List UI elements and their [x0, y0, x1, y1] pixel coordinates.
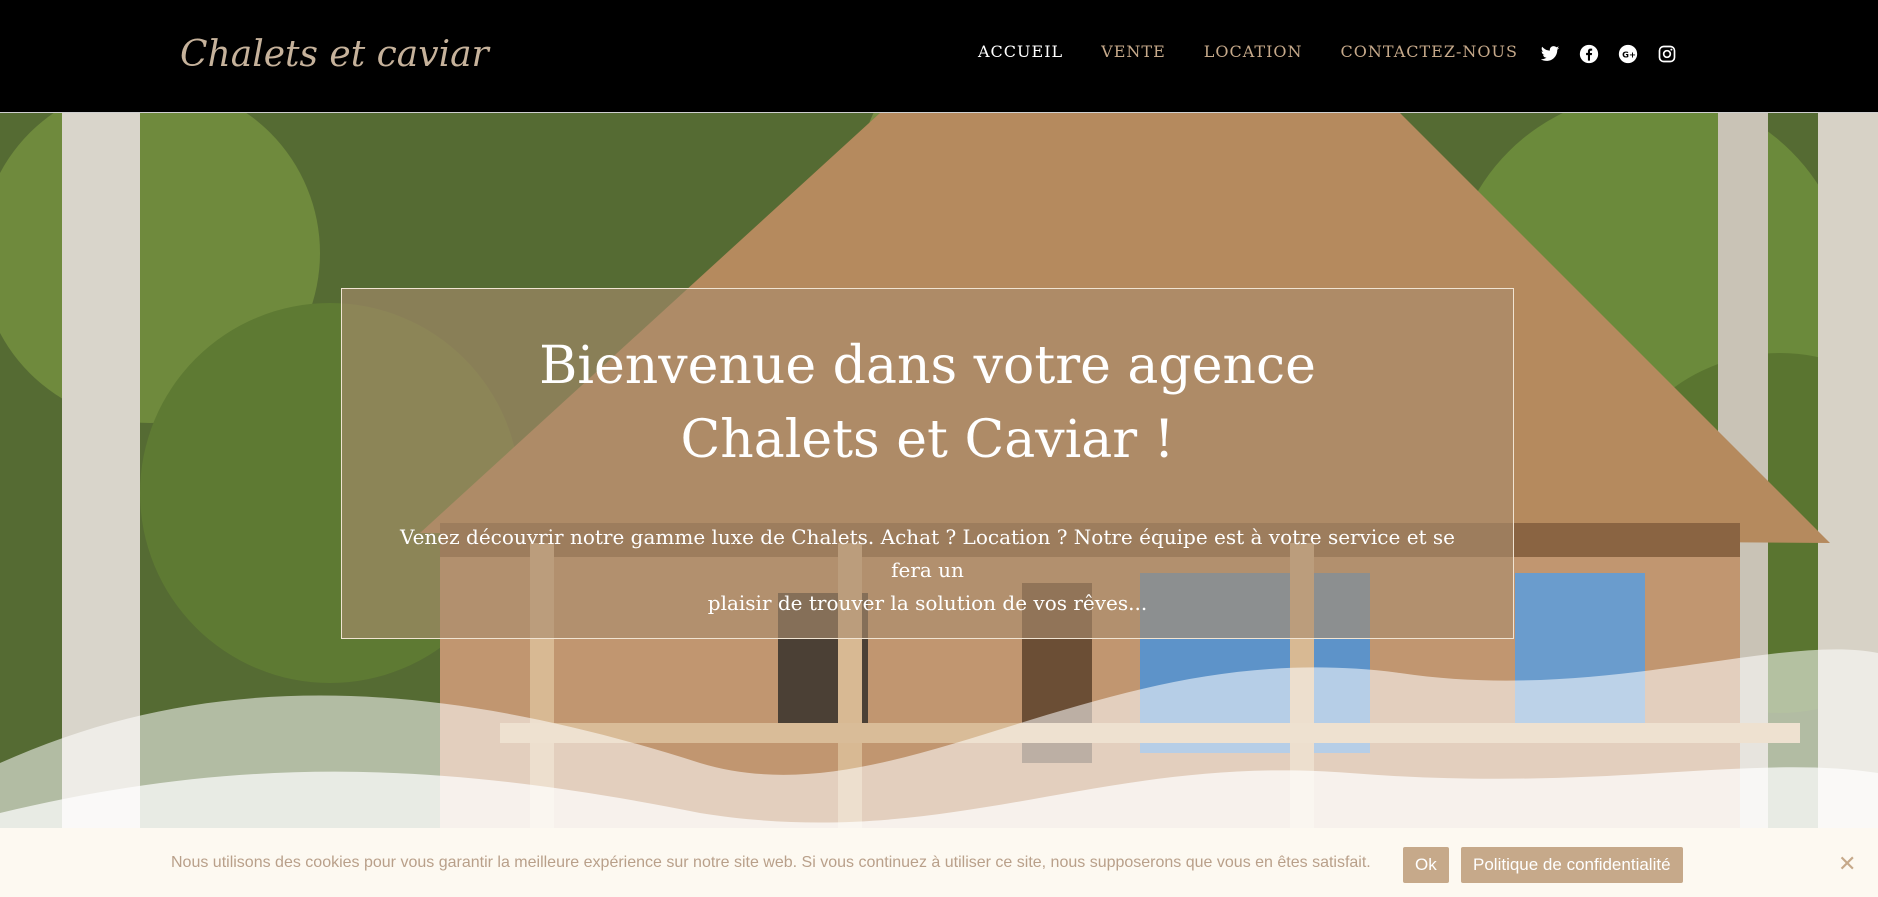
close-icon[interactable]: ✕ [1838, 852, 1856, 877]
cookie-banner: Nous utilisons des cookies pour vous gar… [0, 828, 1878, 897]
site-header: Chalets et caviar ACCUEIL VENTE LOCATION… [0, 0, 1878, 113]
nav-accueil[interactable]: ACCUEIL [978, 42, 1063, 61]
cookie-ok-button[interactable]: Ok [1403, 847, 1449, 883]
welcome-box: Bienvenue dans votre agence Chalets et C… [341, 288, 1514, 639]
hero-description-line2: plaisir de trouver la solution de vos rê… [707, 591, 1148, 615]
nav-vente[interactable]: VENTE [1101, 42, 1166, 61]
nav-location[interactable]: LOCATION [1204, 42, 1303, 61]
hero-title: Bienvenue dans votre agence Chalets et C… [342, 329, 1513, 477]
hero-description-line1: Venez découvrir notre gamme luxe de Chal… [399, 525, 1456, 582]
svg-text:G+: G+ [1622, 49, 1636, 59]
privacy-policy-button[interactable]: Politique de confidentialité [1461, 847, 1683, 883]
hero-title-line1: Bienvenue dans votre agence [539, 336, 1316, 396]
nav-contactez-nous[interactable]: CONTACTEZ-NOUS [1341, 42, 1518, 61]
cookie-message: Nous utilisons des cookies pour vous gar… [171, 854, 1371, 871]
main-nav: ACCUEIL VENTE LOCATION CONTACTEZ-NOUS [978, 42, 1556, 61]
twitter-icon[interactable] [1540, 44, 1560, 64]
social-links: G+ [1540, 44, 1677, 64]
instagram-icon[interactable] [1657, 44, 1677, 64]
google-plus-icon[interactable]: G+ [1618, 44, 1638, 64]
hero-description: Venez découvrir notre gamme luxe de Chal… [382, 521, 1473, 620]
site-logo[interactable]: Chalets et caviar [180, 34, 489, 75]
hero-title-line2: Chalets et Caviar ! [680, 410, 1175, 470]
facebook-icon[interactable] [1579, 44, 1599, 64]
hero-section: Bienvenue dans votre agence Chalets et C… [0, 113, 1878, 897]
